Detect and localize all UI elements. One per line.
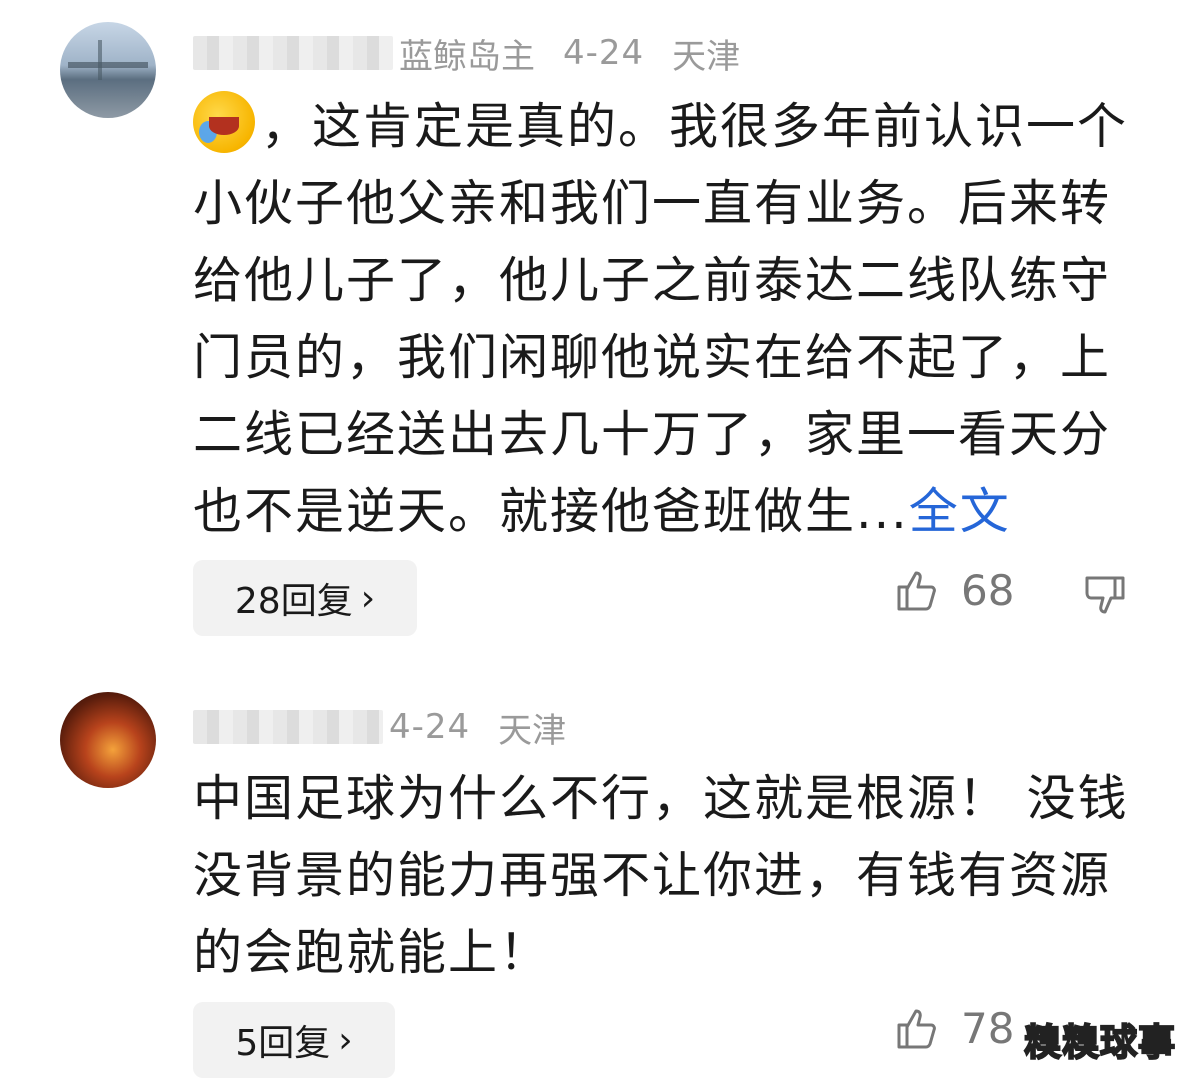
reply-count-label: 5回复 — [235, 1023, 331, 1064]
avatar-image-detail — [68, 62, 148, 68]
chevron-right-icon: › — [360, 577, 376, 619]
thumbs-down-icon — [1085, 576, 1125, 614]
like-button[interactable]: 78 — [893, 1004, 1014, 1053]
avatar-image-detail — [98, 40, 102, 80]
comment-item: 4-24 天津 中国足球为什么不行，这就是根源！ 没钱没背景的能力再强不让你进，… — [0, 680, 1198, 1083]
expand-full-text-link[interactable]: 全文 — [909, 483, 1011, 540]
comment-location: 天津 — [498, 710, 567, 751]
like-button[interactable]: 68 — [893, 566, 1014, 615]
comment-meta: 4-24 天津 — [193, 702, 566, 752]
thumbs-up-icon — [897, 571, 936, 610]
comment-body: ，这肯定是真的。我很多年前认识一个小伙子他父亲和我们一直有业务。后来转给他儿子了… — [193, 98, 1129, 540]
dislike-button[interactable] — [1081, 572, 1129, 624]
comment-body: 中国足球为什么不行，这就是根源！ 没钱没背景的能力再强不让你进，有钱有资源的会跑… — [193, 770, 1129, 981]
laughing-crying-face-icon — [193, 91, 255, 153]
comment-meta: 蓝鲸岛主 4-24 天津 — [193, 28, 740, 78]
view-replies-button[interactable]: 28回复 › — [193, 560, 417, 636]
like-count: 68 — [961, 566, 1015, 615]
chevron-right-icon: › — [338, 1019, 353, 1061]
username-redacted — [193, 36, 393, 70]
comment-date: 4-24 — [389, 707, 471, 747]
comment-text: ，这肯定是真的。我很多年前认识一个小伙子他父亲和我们一直有业务。后来转给他儿子了… — [193, 88, 1143, 550]
comment-date: 4-24 — [563, 33, 645, 73]
comment-item: 蓝鲸岛主 4-24 天津 ，这肯定是真的。我很多年前认识一个小伙子他父亲和我们一… — [0, 0, 1198, 660]
comment-location: 天津 — [672, 36, 741, 77]
watermark: 糗糗球事 — [1023, 1020, 1176, 1065]
username-redacted — [193, 710, 383, 744]
avatar[interactable] — [60, 692, 156, 788]
comment-text: 中国足球为什么不行，这就是根源！ 没钱没背景的能力再强不让你进，有钱有资源的会跑… — [193, 760, 1143, 991]
thumbs-up-icon — [897, 1009, 936, 1048]
reply-count-label: 28回复 — [234, 581, 353, 622]
view-replies-button[interactable]: 5回复 › — [193, 1002, 395, 1078]
avatar[interactable] — [60, 22, 156, 118]
username[interactable]: 蓝鲸岛主 — [399, 29, 535, 78]
like-count: 78 — [961, 1004, 1015, 1053]
